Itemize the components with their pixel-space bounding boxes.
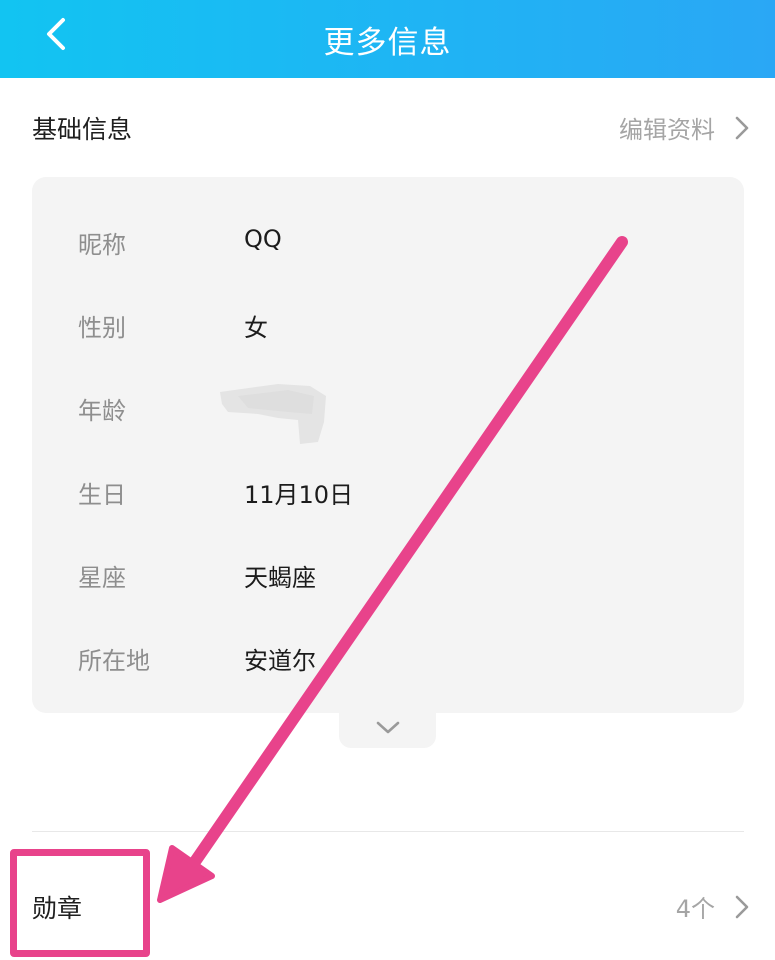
info-row-location: 所在地 安道尔 bbox=[32, 625, 744, 685]
redacted-age-patch bbox=[220, 384, 326, 444]
chevron-right-icon bbox=[735, 116, 749, 139]
basic-info-card: 昵称 QQ 性别 女 年龄 生日 11月10日 星座 天蝎座 所在地 安道尔 bbox=[32, 177, 744, 713]
info-row-gender: 性别 女 bbox=[32, 292, 744, 352]
info-row-nickname: 昵称 QQ bbox=[32, 209, 744, 269]
info-label: 性别 bbox=[78, 314, 126, 342]
info-value: QQ bbox=[244, 225, 282, 253]
edit-profile-label: 编辑资料 bbox=[619, 116, 715, 144]
basic-info-header: 基础信息 编辑资料 bbox=[0, 96, 775, 162]
info-label: 昵称 bbox=[78, 231, 126, 259]
info-value: 女 bbox=[244, 314, 268, 342]
back-button[interactable] bbox=[34, 12, 78, 56]
info-row-zodiac: 星座 天蝎座 bbox=[32, 542, 744, 602]
info-value: 天蝎座 bbox=[244, 564, 316, 592]
section-divider bbox=[32, 831, 744, 832]
app-header: 更多信息 bbox=[0, 0, 775, 78]
info-row-birthday: 生日 11月10日 bbox=[32, 459, 744, 519]
info-label: 年龄 bbox=[78, 397, 126, 425]
expand-info-button[interactable] bbox=[339, 708, 436, 748]
info-label: 所在地 bbox=[78, 647, 150, 675]
info-label: 生日 bbox=[78, 481, 126, 509]
info-row-age: 年龄 bbox=[32, 375, 744, 435]
edit-profile-link[interactable]: 编辑资料 bbox=[619, 110, 749, 145]
page-title: 更多信息 bbox=[323, 24, 452, 61]
info-label: 星座 bbox=[78, 564, 126, 592]
info-value: 安道尔 bbox=[244, 647, 316, 675]
info-value: 11月10日 bbox=[244, 481, 354, 509]
chevron-left-icon bbox=[47, 18, 65, 50]
chevron-right-icon bbox=[735, 895, 749, 918]
medals-count: 4个 bbox=[676, 889, 749, 924]
medals-count-text: 4个 bbox=[675, 895, 715, 923]
chevron-down-icon bbox=[376, 721, 399, 734]
annotation-highlight-box bbox=[10, 849, 150, 957]
basic-info-title: 基础信息 bbox=[32, 115, 133, 144]
